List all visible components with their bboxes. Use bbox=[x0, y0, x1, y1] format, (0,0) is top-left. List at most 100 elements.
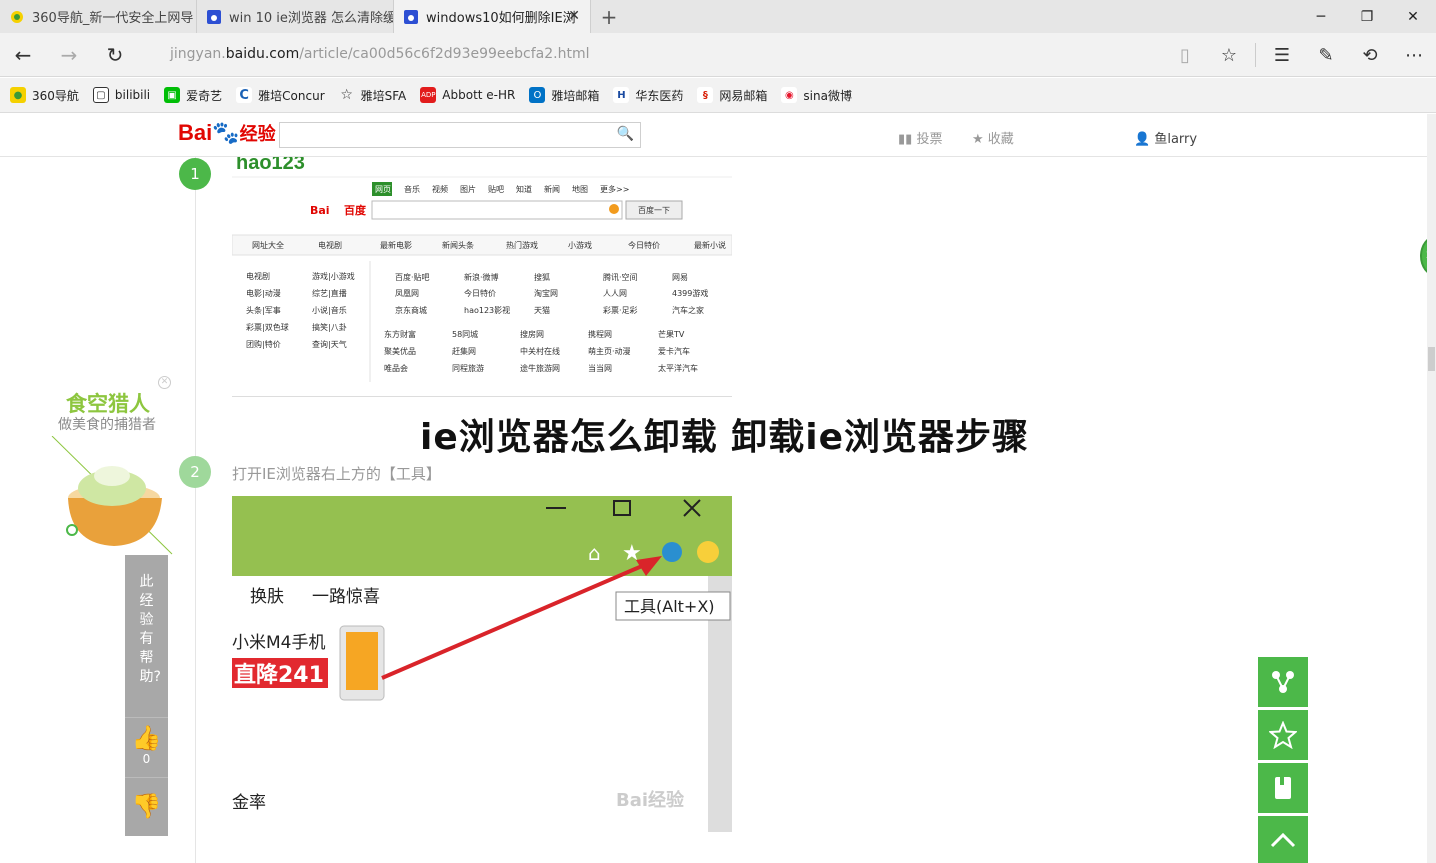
ad-banner[interactable]: 食空猎人 做美食的捕猎者 ✕ bbox=[50, 376, 180, 556]
favorite-360[interactable]: ● 360导航 bbox=[10, 87, 79, 104]
svg-text:当当网: 当当网 bbox=[588, 363, 612, 373]
search-icon[interactable]: 🔍 bbox=[617, 126, 634, 142]
svg-text:彩票·足彩: 彩票·足彩 bbox=[603, 305, 638, 315]
scrollbar-thumb[interactable] bbox=[1428, 347, 1435, 371]
star-icon: ☆ bbox=[340, 87, 353, 103]
forward-icon[interactable]: → bbox=[46, 33, 92, 77]
svg-text:彩票|双色球: 彩票|双色球 bbox=[246, 322, 289, 332]
url-path: /article/ca00d56c6f2d93e99eebcfa2.html bbox=[299, 46, 590, 62]
more-icon[interactable]: ⋯ bbox=[1392, 33, 1436, 77]
tab-windows10-ie[interactable]: windows10如何删除IE浏 ✕ bbox=[394, 0, 591, 33]
collect-link[interactable]: ★ 收藏 bbox=[972, 128, 1014, 147]
favorite-label: 网易邮箱 bbox=[719, 88, 768, 103]
hub-icon[interactable]: ☰ bbox=[1260, 33, 1304, 77]
svg-text:汽车之家: 汽车之家 bbox=[672, 305, 704, 315]
url-prefix: jingyan. bbox=[170, 46, 226, 62]
url-host: baidu.com bbox=[225, 46, 300, 62]
svg-text:搜房网: 搜房网 bbox=[520, 329, 544, 339]
minimize-icon[interactable]: ─ bbox=[1298, 0, 1344, 33]
svg-text:网址大全: 网址大全 bbox=[252, 240, 284, 250]
favorite-sfa[interactable]: ☆ 雅培SFA bbox=[339, 87, 406, 104]
favorite-weibo[interactable]: ◉ sina微博 bbox=[781, 87, 852, 104]
divider bbox=[1255, 43, 1256, 67]
refresh-icon[interactable]: ↻ bbox=[92, 33, 138, 77]
book-icon bbox=[1275, 777, 1291, 799]
huadong-icon: H bbox=[613, 87, 630, 103]
favorite-mail[interactable]: O 雅培邮箱 bbox=[529, 87, 599, 104]
svg-text:唯品会: 唯品会 bbox=[384, 363, 408, 373]
svg-text:最新小说: 最新小说 bbox=[694, 240, 726, 250]
thumbs-up-button[interactable]: 👍 0 bbox=[125, 717, 168, 775]
svg-text:电影|动漫: 电影|动漫 bbox=[246, 288, 281, 298]
step1-image[interactable]: hao123 网页 音乐 视频 图片 贴吧 知道 新闻 地图 更多>> Bai … bbox=[232, 157, 732, 397]
share-button[interactable] bbox=[1258, 657, 1308, 707]
svg-text:人人网: 人人网 bbox=[603, 289, 627, 298]
netease-icon: § bbox=[697, 87, 714, 103]
vote-link[interactable]: ▮▮ 投票 bbox=[898, 128, 942, 147]
user-link[interactable]: 👤 鱼larry bbox=[1134, 128, 1197, 147]
favorite-huadong[interactable]: H 华东医药 bbox=[613, 87, 683, 104]
favorite-label: 爱奇艺 bbox=[186, 88, 223, 103]
favorite-star-icon[interactable]: ☆ bbox=[1207, 33, 1251, 77]
bookmark-button[interactable] bbox=[1258, 763, 1308, 813]
svg-text:天猫: 天猫 bbox=[534, 305, 550, 315]
favorites-bar: ● 360导航 ▢ bilibili ▣ 爱奇艺 C 雅培Concur ☆ 雅培SFA A… bbox=[0, 78, 1436, 113]
restore-icon[interactable]: ❐ bbox=[1344, 0, 1390, 33]
share-icon[interactable]: ⟲ bbox=[1348, 33, 1392, 77]
vertical-scrollbar[interactable] bbox=[1427, 114, 1436, 863]
weibo-icon: ◉ bbox=[781, 87, 798, 103]
search-input[interactable]: 🔍 bbox=[279, 122, 641, 148]
svg-text:最新电影: 最新电影 bbox=[380, 240, 412, 250]
svg-text:芒果TV: 芒果TV bbox=[658, 329, 685, 339]
tab-360[interactable]: 360导航_新一代安全上网导 bbox=[0, 0, 197, 33]
back-to-top-button[interactable] bbox=[1258, 816, 1308, 863]
reading-view-icon[interactable]: ▯ bbox=[1163, 33, 1207, 77]
baidu-paw-icon bbox=[404, 9, 418, 24]
collect-button[interactable] bbox=[1258, 710, 1308, 760]
svg-text:搞笑|八卦: 搞笑|八卦 bbox=[312, 322, 347, 332]
svg-text:视频: 视频 bbox=[432, 184, 448, 194]
svg-text:新闻头条: 新闻头条 bbox=[442, 240, 474, 250]
tv-icon: ▢ bbox=[92, 87, 109, 103]
favorite-abbott[interactable]: ADP Abbott e-HR bbox=[420, 87, 515, 103]
step2-image[interactable]: ⌂ ★ 换肤 一路惊喜 工具(Alt+X) 小米M4手机 直降241 金率 Ba… bbox=[232, 496, 732, 832]
outlook-icon: O bbox=[529, 87, 546, 103]
new-tab-button[interactable]: + bbox=[591, 0, 627, 33]
thumbs-up-icon: 👍 bbox=[131, 724, 162, 752]
svg-text:百度: 百度 bbox=[344, 203, 367, 217]
tab-win10-ie[interactable]: win 10 ie浏览器 怎么清除缓 bbox=[197, 0, 394, 33]
tooltip-text: 工具(Alt+X) bbox=[624, 597, 715, 616]
favorite-163[interactable]: § 网易邮箱 bbox=[697, 87, 767, 104]
thumbs-down-button[interactable]: 👎 bbox=[125, 777, 168, 836]
svg-text:电视剧: 电视剧 bbox=[318, 240, 342, 250]
web-note-icon[interactable]: ✎ bbox=[1304, 33, 1348, 77]
address-bar[interactable]: jingyan.baidu.com/article/ca00d56c6f2d93… bbox=[170, 46, 589, 62]
svg-text:京东商城: 京东商城 bbox=[395, 305, 427, 315]
svg-text:萌主页·动漫: 萌主页·动漫 bbox=[588, 346, 631, 356]
step-number: 2 bbox=[179, 456, 211, 488]
address-toolbar: ← → ↻ jingyan.baidu.com/article/ca00d56c… bbox=[0, 33, 1436, 77]
svg-text:网易: 网易 bbox=[672, 273, 688, 282]
favorite-bilibili[interactable]: ▢ bilibili bbox=[92, 87, 151, 103]
svg-text:太平洋汽车: 太平洋汽车 bbox=[658, 363, 698, 373]
favorite-label: bilibili bbox=[114, 88, 151, 102]
svg-text:金率: 金率 bbox=[232, 793, 266, 813]
svg-text:综艺|直播: 综艺|直播 bbox=[312, 288, 347, 298]
back-icon[interactable]: ← bbox=[0, 33, 46, 77]
svg-text:百度·贴吧: 百度·贴吧 bbox=[395, 272, 430, 282]
tab-bar: 360导航_新一代安全上网导 win 10 ie浏览器 怎么清除缓 window… bbox=[0, 0, 1436, 33]
favorite-concur[interactable]: C 雅培Concur bbox=[236, 87, 325, 104]
svg-text:游戏|小游戏: 游戏|小游戏 bbox=[312, 271, 355, 281]
svg-text:携程网: 携程网 bbox=[588, 329, 612, 339]
chevron-up-icon bbox=[1270, 832, 1296, 847]
favorite-iqiyi[interactable]: ▣ 爱奇艺 bbox=[164, 87, 222, 104]
close-window-icon[interactable]: ✕ bbox=[1390, 0, 1436, 33]
svg-text:hao123影视: hao123影视 bbox=[464, 305, 510, 315]
tart-image bbox=[51, 436, 173, 555]
svg-text:58同城: 58同城 bbox=[452, 330, 478, 339]
baidu-jingyan-logo[interactable]: Bai🐾经验 bbox=[178, 120, 276, 146]
ad-close-icon[interactable]: ✕ bbox=[158, 376, 171, 389]
svg-text:新浪·微博: 新浪·微博 bbox=[464, 272, 499, 282]
close-tab-icon[interactable]: ✕ bbox=[568, 8, 580, 24]
window-controls: ─ ❐ ✕ bbox=[1298, 0, 1436, 33]
